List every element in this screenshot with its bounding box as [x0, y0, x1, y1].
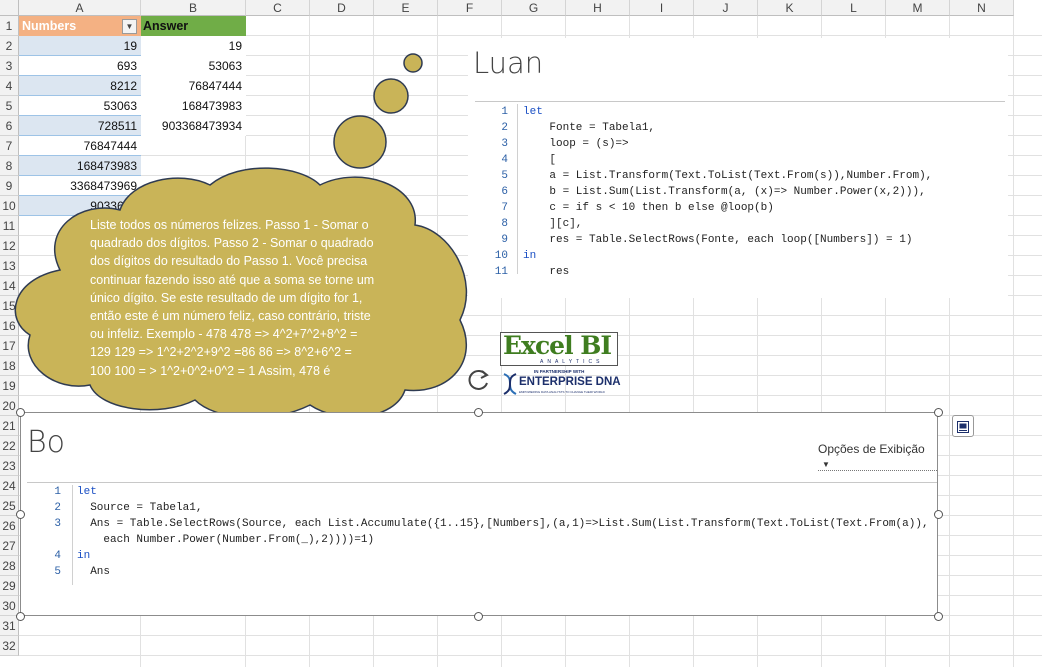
code-line[interactable]: res = Table.SelectRows(Fonte, each loop(… — [523, 232, 912, 248]
luan-code-gutter-line — [517, 104, 518, 274]
code-line[interactable]: each Number.Power(Number.From(_),2))))=1… — [77, 532, 374, 548]
resize-handle-top-center[interactable] — [474, 408, 483, 417]
cloud-text: Liste todos os números felizes. Passo 1 … — [90, 218, 375, 378]
code-line-number: 10 — [494, 250, 508, 262]
code-line[interactable]: Ans — [77, 564, 110, 580]
code-line[interactable]: res — [523, 264, 569, 280]
code-line[interactable]: Source = Tabela1, — [77, 500, 202, 516]
logo-partner: ENTERPRISE DNA — [519, 376, 621, 388]
display-options-label: Opções de Exibição — [818, 442, 925, 456]
code-line-number: 4 — [54, 550, 61, 562]
luan-code-panel: Luan 1 let 2 Fonte = Tabela1, 3 loop = (s)=… — [468, 38, 1008, 298]
thought-bubble-medium — [373, 78, 409, 114]
code-line[interactable]: a = List.Transform(Text.ToList(Text.From… — [523, 168, 932, 184]
rotate-handle-icon[interactable] — [466, 367, 492, 398]
logo-brand-sub: ANALYTICS — [540, 359, 604, 365]
code-line-number: 5 — [501, 170, 508, 182]
code-line-number: 8 — [501, 218, 508, 230]
code-line-number: 1 — [501, 106, 508, 118]
code-line-number: 3 — [501, 138, 508, 150]
code-line[interactable]: in — [523, 248, 536, 264]
bo-code-divider — [27, 482, 937, 483]
resize-handle-bottom-center[interactable] — [474, 612, 483, 621]
code-line-number: 7 — [501, 202, 508, 214]
resize-handle-top-right[interactable] — [934, 408, 943, 417]
code-line-number: 5 — [54, 566, 61, 578]
code-line-number: 9 — [501, 234, 508, 246]
display-options-dropdown[interactable]: Opções de Exibição ▼ — [818, 442, 937, 471]
code-line[interactable]: [ — [523, 152, 556, 168]
code-line[interactable]: c = if s < 10 then b else @loop(b) — [523, 200, 773, 216]
logo-partnership: IN PARTNERSHIP WITH — [534, 369, 585, 374]
code-line-number: 2 — [501, 122, 508, 134]
logo-brand-main: Excel BI — [503, 331, 612, 360]
luan-title: Luan — [473, 46, 544, 80]
thought-bubble-large — [333, 115, 387, 169]
code-line-number: 11 — [494, 266, 508, 278]
code-line[interactable]: in — [77, 548, 90, 564]
excel-bi-logo: Excel BI ANALYTICS IN PARTNERSHIP WITH E… — [500, 331, 621, 400]
code-line-number: 2 — [54, 502, 61, 514]
luan-code-divider — [475, 101, 1005, 102]
logo-partner-tag: EMPOWERING DATA ANALYSTS TO CHANGE THEIR… — [519, 390, 605, 394]
bo-code-panel[interactable]: Bo Opções de Exibição ▼ 1 let 2 Source = T… — [20, 412, 938, 616]
resize-handle-middle-right[interactable] — [934, 510, 943, 519]
code-line-number: 3 — [54, 518, 61, 530]
layout-options-icon — [957, 420, 969, 438]
resize-handle-bottom-right[interactable] — [934, 612, 943, 621]
code-line[interactable]: b = List.Sum(List.Transform(a, (x)=> Num… — [523, 184, 925, 200]
code-line[interactable]: let — [523, 104, 543, 120]
chevron-down-icon: ▼ — [822, 460, 830, 469]
resize-handle-middle-left[interactable] — [16, 510, 25, 519]
layout-options-button[interactable] — [952, 415, 974, 437]
resize-handle-bottom-left[interactable] — [16, 612, 25, 621]
resize-handle-top-left[interactable] — [16, 408, 25, 417]
code-line[interactable]: let — [77, 484, 97, 500]
code-line[interactable]: loop = (s)=> — [523, 136, 628, 152]
code-line-number: 6 — [501, 186, 508, 198]
code-line[interactable]: Fonte = Tabela1, — [523, 120, 655, 136]
dna-icon — [500, 373, 520, 400]
bo-code-gutter-line — [72, 485, 73, 585]
code-line[interactable]: Ans = Table.SelectRows(Source, each List… — [77, 516, 928, 532]
thought-bubble-small — [403, 53, 423, 73]
code-line[interactable]: ][c], — [523, 216, 582, 232]
bo-title: Bo — [27, 425, 65, 460]
code-line-number: 4 — [501, 154, 508, 166]
code-line-number: 1 — [54, 486, 61, 498]
